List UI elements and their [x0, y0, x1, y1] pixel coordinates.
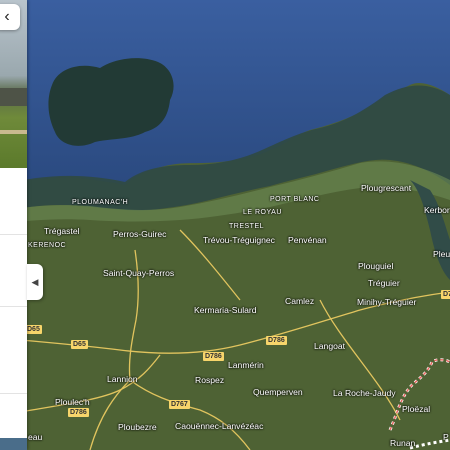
place-label-quemperven[interactable]: Quemperven	[253, 387, 303, 397]
place-label-caouennec-lanvezeac[interactable]: Caouënnec-Lanvézéac	[175, 421, 263, 431]
place-label-camlez[interactable]: Camlez	[285, 296, 314, 306]
place-label-la-roche-jaudy[interactable]: La Roche-Jaudy	[333, 388, 396, 398]
place-label-beg[interactable]: eau	[28, 432, 42, 442]
road-marker-d786: D786	[266, 336, 287, 345]
place-label-saint-quay-perros[interactable]: Saint-Quay-Perros	[103, 268, 174, 278]
road-marker-d65: D65	[25, 325, 42, 334]
road-marker-d786: D786	[68, 408, 89, 417]
house-image	[0, 88, 27, 106]
place-label-perros-guirec[interactable]: Perros-Guirec	[113, 229, 166, 239]
place-label-trevou-treguignec[interactable]: Trévou-Tréguignec	[203, 235, 275, 245]
place-label-kermaria-sulard[interactable]: Kermaria-Sulard	[194, 305, 257, 315]
chevron-left-icon: ◀	[31, 276, 39, 287]
place-label-penvenan[interactable]: Penvénan	[288, 235, 327, 245]
panel-divider	[0, 393, 27, 394]
place-label-minihy-treguier[interactable]: Minihy-Tréguier	[357, 297, 416, 307]
place-label-trestel[interactable]: TRESTEL	[229, 223, 264, 230]
place-label-ploezal[interactable]: Ploëzal	[402, 404, 430, 414]
path-image	[0, 130, 27, 134]
place-label-ploumanach[interactable]: PLOUMANAC'H	[72, 199, 128, 206]
road-marker-d767: D767	[169, 400, 190, 409]
place-label-pleubian[interactable]: Pleu	[433, 249, 450, 259]
place-label-rospez[interactable]: Rospez	[195, 375, 224, 385]
road-marker-d65: D65	[71, 340, 88, 349]
place-label-plouguiel[interactable]: Plouguiel	[358, 261, 393, 271]
place-label-lannion[interactable]: Lannion	[107, 374, 138, 384]
place-label-ploubezre[interactable]: Ploubezre	[118, 422, 157, 432]
place-label-lanmerin[interactable]: Lanmérin	[228, 360, 264, 370]
panel-footer-strip	[0, 438, 27, 450]
place-label-pl[interactable]: P	[443, 432, 449, 442]
place-label-kerbors[interactable]: Kerbor	[424, 205, 450, 215]
panel-divider	[0, 234, 27, 235]
side-panel	[0, 0, 27, 450]
place-label-plougrescant[interactable]: Plougrescant	[361, 183, 411, 193]
place-label-le-royau[interactable]: LE ROYAU	[243, 209, 282, 216]
collapse-panel-button[interactable]: ◀	[27, 264, 43, 300]
close-icon: ‹	[4, 8, 10, 25]
place-label-port-blanc[interactable]: PORT BLANC	[270, 196, 319, 203]
road-marker-d7: D7	[441, 290, 450, 299]
place-label-langoat[interactable]: Langoat	[314, 341, 345, 351]
close-button[interactable]: ‹	[0, 4, 20, 30]
place-label-treguier[interactable]: Tréguier	[368, 278, 400, 288]
panel-divider	[0, 306, 27, 307]
satellite-map[interactable]	[0, 0, 450, 450]
place-label-kerenoc[interactable]: KERENOC	[28, 242, 66, 249]
place-label-runan[interactable]: Runan	[390, 438, 415, 448]
place-label-ploulech[interactable]: Ploulec'h	[55, 397, 90, 407]
place-label-tregastel[interactable]: Trégastel	[44, 226, 80, 236]
road-marker-d786: D786	[203, 352, 224, 361]
